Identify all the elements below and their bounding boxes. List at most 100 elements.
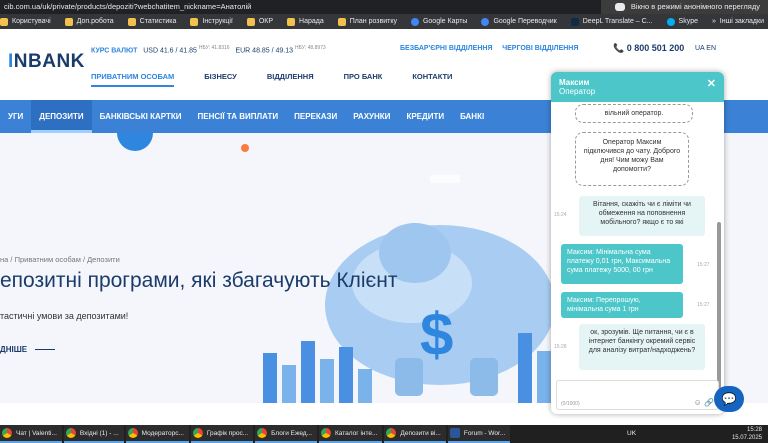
bookmark-item[interactable]: Google Карты <box>410 14 467 29</box>
bookmarks-bar: Користувачі Доп.робота Статистика Інстру… <box>0 14 768 29</box>
taskbar-item[interactable]: Модераторс... <box>125 425 189 443</box>
folder-icon <box>0 17 8 26</box>
chat-scrollbar[interactable] <box>717 222 721 392</box>
chat-bubble-icon[interactable]: 💬 <box>714 386 744 412</box>
message-time: 15:27 <box>697 262 710 268</box>
chrome-icon <box>257 428 268 438</box>
bookmark-item[interactable]: DeepL Translate – С... <box>570 14 653 29</box>
word-icon <box>449 428 460 438</box>
chrome-icon <box>321 428 332 438</box>
chat-message: Вітання, скажіть чи є ліміти чи обмеженн… <box>579 196 705 236</box>
os-taskbar: Чат | Valenti... Вхідні (1) - ... Модера… <box>0 425 768 443</box>
folder-icon <box>127 17 136 26</box>
attach-icon[interactable]: 🔗 <box>704 398 714 407</box>
folder-icon <box>246 17 255 26</box>
subnav-item[interactable]: РАХУНКИ <box>345 100 398 133</box>
subnav-item[interactable]: ПЕРЕКАЗИ <box>286 100 345 133</box>
url-text: cib.com.ua/uk/private/products/depoziti?… <box>4 2 252 11</box>
main-nav: ПРИВАТНИМ ОСОБАМ БІЗНЕСУ ВІДДІЛЕННЯ ПРО … <box>91 72 482 87</box>
chat-widget: Максим Оператор ✕ вільний оператор. Опер… <box>551 72 724 414</box>
message-time: 15:28 <box>554 344 567 350</box>
chat-message: Максим: Перепрошую, мінімальна сума 1 гр… <box>561 292 683 318</box>
chat-message-input[interactable]: (0/1000) ☺ 🔗 <box>556 380 719 410</box>
bookmark-item[interactable]: Нарада <box>287 14 324 29</box>
deepl-icon <box>570 17 579 26</box>
deco-dot-icon <box>241 144 249 152</box>
subnav-item[interactable]: КРЕДИТИ <box>398 100 452 133</box>
subnav-deposits[interactable]: ДЕПОЗИТИ <box>31 100 92 133</box>
bookmark-item[interactable]: План розвитку <box>337 14 397 29</box>
phone-number[interactable]: 📞 0 800 501 200 <box>613 43 684 54</box>
deco-circle-icon <box>117 133 153 151</box>
subnav-item[interactable]: ПЕНСІЇ ТА ВИПЛАТИ <box>190 100 287 133</box>
message-time: 15:24 <box>554 212 567 218</box>
incognito-label: Вікно в режимі анонімного перегляду <box>630 2 760 11</box>
barrier-free-branches-link[interactable]: БЕЗБАР'ЄРНІ ВІДДІЛЕННЯ <box>400 45 492 52</box>
skype-icon <box>666 17 675 26</box>
google-translate-icon <box>481 17 490 26</box>
message-time: 15:27 <box>697 302 710 308</box>
chrome-icon <box>2 428 12 438</box>
chrome-icon <box>192 428 203 438</box>
subnav-item[interactable]: БАНКІ <box>452 100 492 133</box>
taskbar-item[interactable]: Блоги Ежед... <box>255 425 318 443</box>
duty-branches-link[interactable]: ЧЕРГОВІ ВІДДІЛЕННЯ <box>502 45 578 52</box>
subnav-item[interactable]: БАНКІВСЬКІ КАРТКИ <box>92 100 190 133</box>
chat-message: Максим: Мінімальна сума платежу 0,01 грн… <box>561 244 683 284</box>
incognito-icon <box>614 3 625 11</box>
nav-contacts[interactable]: КОНТАКТИ <box>412 72 452 87</box>
other-bookmarks[interactable]: » Інші закладки <box>705 14 764 29</box>
chat-messages: вільний оператор. Оператор Максим підклю… <box>551 102 724 392</box>
bookmark-item[interactable]: ОКР <box>246 14 273 29</box>
chat-message: ок, зрозумів. Ще питання, чи є в інтерне… <box>579 324 705 370</box>
bookmark-item[interactable]: Користувачі <box>0 14 51 29</box>
folder-icon <box>287 17 296 26</box>
page-title: епозитні програми, які збагачують Клієнт <box>0 269 398 292</box>
taskbar-item[interactable]: Депозити ві... <box>384 425 446 443</box>
taskbar-item[interactable]: Чат | Valenti... <box>0 425 62 443</box>
breadcrumb[interactable]: на / Приватним особам / Депозити <box>0 255 120 264</box>
emoji-icon[interactable]: ☺ <box>694 398 702 407</box>
keyboard-language[interactable]: UK <box>627 430 636 437</box>
folder-icon <box>337 17 346 26</box>
language-switcher[interactable]: UA EN <box>695 45 716 52</box>
taskbar-item[interactable]: Графік прос... <box>190 425 254 443</box>
bank-logo[interactable]: INBANK <box>8 51 85 73</box>
incognito-indicator[interactable]: Вікно в режимі анонімного перегляду <box>600 0 768 14</box>
bookmark-item[interactable]: Skype <box>666 14 698 29</box>
nav-about[interactable]: ПРО БАНК <box>344 72 383 87</box>
nav-business[interactable]: БІЗНЕСУ <box>204 72 237 87</box>
chrome-icon <box>65 428 76 438</box>
bookmark-item[interactable]: Інструкції <box>190 14 233 29</box>
nav-private[interactable]: ПРИВАТНИМ ОСОБАМ <box>91 72 175 87</box>
chat-header: Максим Оператор ✕ <box>551 72 724 102</box>
system-clock[interactable]: 15:28 15.07.2025 <box>732 425 762 443</box>
arrow-line-icon <box>35 349 56 351</box>
google-maps-icon <box>410 17 419 26</box>
chat-agent-name: Максим <box>559 78 590 87</box>
chrome-icon <box>127 428 138 438</box>
taskbar-item[interactable]: Каталог інте... <box>319 425 383 443</box>
folder-icon <box>190 17 199 26</box>
rates-label: КУРС ВАЛЮТ <box>91 47 138 55</box>
bookmark-item[interactable]: Статистика <box>127 14 176 29</box>
usd-rate: 41.6 / 41.85 <box>159 47 197 55</box>
char-counter: (0/1000) <box>561 401 580 407</box>
eur-rate: 48.85 / 49.13 <box>252 47 294 55</box>
exchange-rates: КУРС ВАЛЮТ USD 41.6 / 41.85 НБУ: 41.8316… <box>91 45 326 55</box>
dollar-sign-icon: $ <box>420 301 453 368</box>
chat-message: вільний оператор. <box>575 104 693 123</box>
taskbar-item[interactable]: Вхідні (1) - ... <box>63 425 124 443</box>
nav-branches[interactable]: ВІДДІЛЕННЯ <box>267 72 314 87</box>
chat-agent-role: Оператор <box>559 87 596 96</box>
bookmark-item[interactable]: Доп.робота <box>64 14 114 29</box>
taskbar-item[interactable]: Forum - Wor... <box>447 425 511 443</box>
chat-message: Оператор Максим підключився до чату. Доб… <box>575 132 689 186</box>
more-link[interactable]: ДНІШЕ <box>0 345 56 354</box>
branch-links: БЕЗБАР'ЄРНІ ВІДДІЛЕННЯ ЧЕРГОВІ ВІДДІЛЕНН… <box>400 45 578 52</box>
chrome-icon <box>386 428 397 438</box>
close-icon[interactable]: ✕ <box>707 77 716 90</box>
page-subtitle: тастичні умови за депозитами! <box>0 311 129 321</box>
subnav-item[interactable]: УГИ <box>0 100 31 133</box>
bookmark-item[interactable]: Google Переводчик <box>481 14 557 29</box>
